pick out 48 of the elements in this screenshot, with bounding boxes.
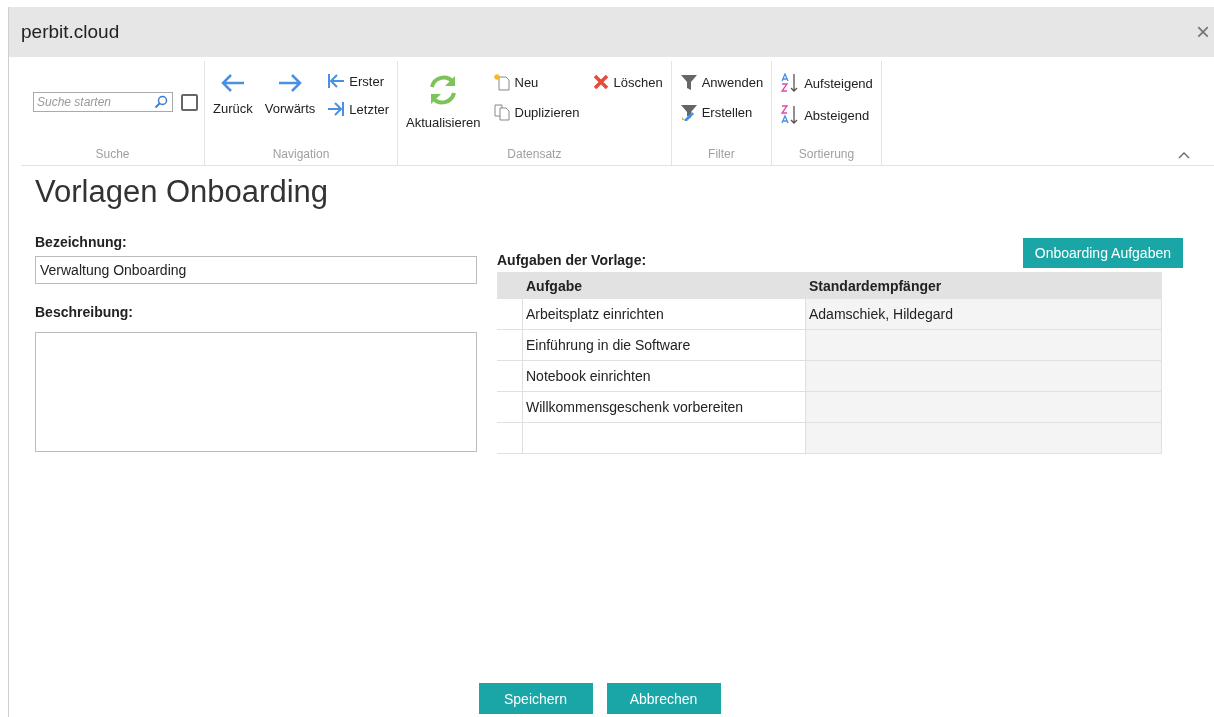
group-label: Suche <box>94 147 131 163</box>
search-field[interactable]: Suche starten <box>33 92 173 112</box>
filter-icon <box>679 73 698 91</box>
toolbar-button[interactable]: Erstellen <box>677 99 766 125</box>
checkbox[interactable] <box>181 94 198 111</box>
toolbar-button[interactable]: Vorwärts <box>262 69 318 120</box>
name-field[interactable]: Verwaltung Onboarding <box>35 256 477 284</box>
group-label: Datensatz <box>506 147 563 163</box>
toolbar-button[interactable]: Aktualisieren <box>404 69 483 134</box>
toolbar-button[interactable]: Aufsteigend <box>778 69 875 97</box>
right-arrow-icon <box>277 73 303 93</box>
toolbar-button[interactable]: Letzter <box>325 97 392 121</box>
description-field[interactable] <box>35 332 477 452</box>
close-button[interactable]: × <box>1192 18 1214 46</box>
toolbar-button[interactable]: Anwenden <box>677 69 766 95</box>
new-row-cell[interactable] <box>523 423 806 454</box>
new-document-icon <box>492 73 511 91</box>
page-title: Vorlagen Onboarding <box>35 174 329 210</box>
header-cell <box>497 272 523 299</box>
search-icon <box>154 95 168 109</box>
column-header: Standardempfänger <box>806 272 1162 299</box>
group-label: Navigation <box>271 147 331 163</box>
first-icon <box>327 73 346 89</box>
field-label: Bezeichnung: <box>35 234 128 250</box>
table-cell: Einführung in die Software <box>523 330 806 361</box>
toolbar-button[interactable]: Löschen <box>589 69 665 95</box>
table-cell: Notebook einrichten <box>523 361 806 392</box>
left-arrow-icon <box>219 73 246 93</box>
toolbar-button[interactable]: Duplizieren <box>490 99 582 125</box>
toolbar-button[interactable]: Zurück <box>211 69 255 120</box>
toolbar-button[interactable]: Absteigend <box>778 101 875 129</box>
new-row-cell[interactable] <box>806 423 1162 454</box>
window-title: perbit.cloud <box>21 21 120 43</box>
toolbar-button[interactable]: Neu <box>490 69 582 95</box>
last-icon <box>327 101 346 117</box>
duplicate-icon <box>492 103 511 121</box>
table-cell: Adamschiek, Hildegard <box>806 299 1162 330</box>
table-cell: Willkommensgeschenk vorbereiten <box>523 392 806 423</box>
toolbar-button[interactable]: Erster <box>325 69 392 93</box>
section-label: Aufgaben der Vorlage: <box>497 252 647 268</box>
filter-edit-icon <box>679 103 698 121</box>
group-label: Sortierung <box>797 147 856 163</box>
delete-icon <box>591 73 610 91</box>
field-label: Beschreibung: <box>35 304 134 320</box>
column-header: Aufgabe <box>523 272 806 299</box>
group-label: Filter <box>707 147 736 163</box>
table-cell: Arbeitsplatz einrichten <box>523 299 806 330</box>
collapse-caret-icon[interactable] <box>1178 151 1190 159</box>
